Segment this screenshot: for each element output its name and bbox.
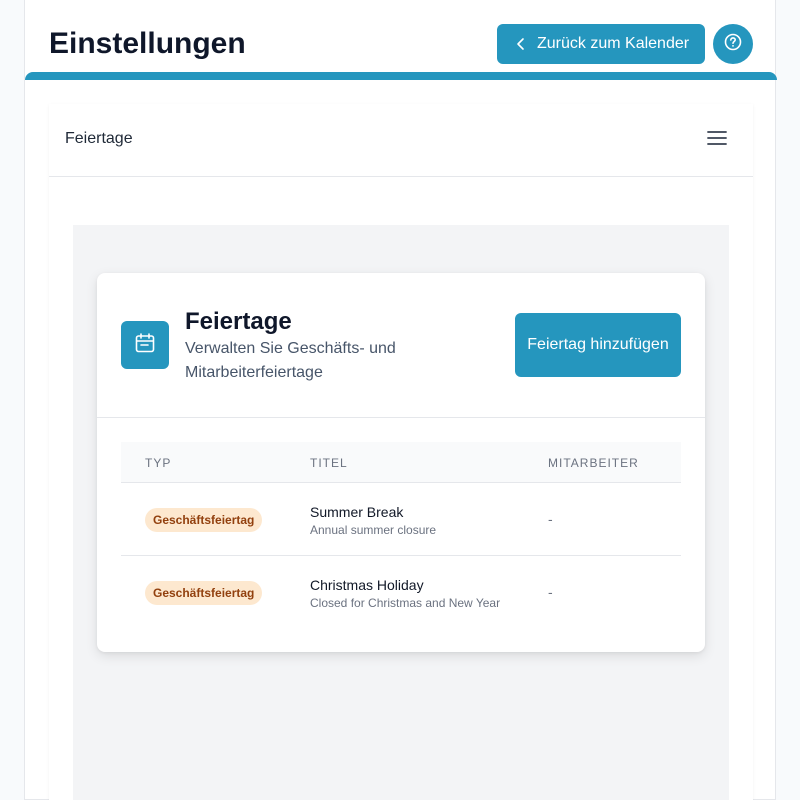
calendar-badge (121, 321, 169, 369)
hamburger-menu-icon (707, 130, 727, 151)
column-header-type[interactable]: TYP (145, 456, 171, 470)
settings-page: Einstellungen Zurück zum Kalender Feiert… (24, 0, 777, 800)
help-circle-icon (723, 32, 743, 57)
holidays-card-header: Feiertage Verwalten Sie Geschäfts- und M… (97, 273, 705, 418)
back-to-calendar-button[interactable]: Zurück zum Kalender (497, 24, 705, 64)
holiday-title: Christmas Holiday (310, 577, 424, 593)
holiday-employee: - (548, 511, 553, 527)
column-header-title[interactable]: TITEL (310, 456, 348, 470)
add-holiday-button[interactable]: Feiertag hinzufügen (515, 313, 681, 377)
page-header: Einstellungen Zurück zum Kalender (25, 0, 777, 72)
help-button[interactable] (713, 24, 753, 64)
menu-button[interactable] (701, 126, 733, 154)
tab-holidays[interactable]: Feiertage (65, 130, 133, 148)
holiday-title: Summer Break (310, 504, 404, 520)
holiday-description: Closed for Christmas and New Year (310, 596, 501, 610)
calendar-icon (134, 332, 156, 359)
settings-tabs-card: Feiertage Feiertage Verwalten Sie Geschä… (49, 104, 753, 800)
column-header-employee[interactable]: MITARBEITER (548, 456, 639, 470)
holidays-card: Feiertage Verwalten Sie Geschäfts- und M… (97, 273, 705, 652)
holiday-description: Annual summer closure (310, 523, 437, 537)
table-header: TYP TITEL MITARBEITER (121, 442, 681, 483)
chevron-left-icon (513, 36, 529, 52)
tabs-header: Feiertage (49, 104, 753, 177)
holiday-employee: - (548, 584, 553, 600)
tab-content-area: Feiertage Verwalten Sie Geschäfts- und M… (73, 225, 729, 800)
holiday-type-badge: Geschäftsfeiertag (145, 508, 263, 532)
table-row[interactable]: Geschäftsfeiertag Summer Break Annual su… (121, 483, 681, 556)
table-row[interactable]: Geschäftsfeiertag Christmas Holiday Clos… (121, 556, 681, 629)
back-button-label: Zurück zum Kalender (537, 35, 690, 52)
holidays-table: TYP TITEL MITARBEITER Geschäftsfeiertag … (121, 442, 681, 629)
header-accent-bar (25, 72, 777, 80)
page-title: Einstellungen (49, 27, 246, 60)
holidays-title: Feiertage (185, 308, 292, 335)
holiday-type-badge: Geschäftsfeiertag (145, 581, 263, 605)
holidays-subtitle: Verwalten Sie Geschäfts- und Mitarbeiter… (185, 340, 396, 381)
